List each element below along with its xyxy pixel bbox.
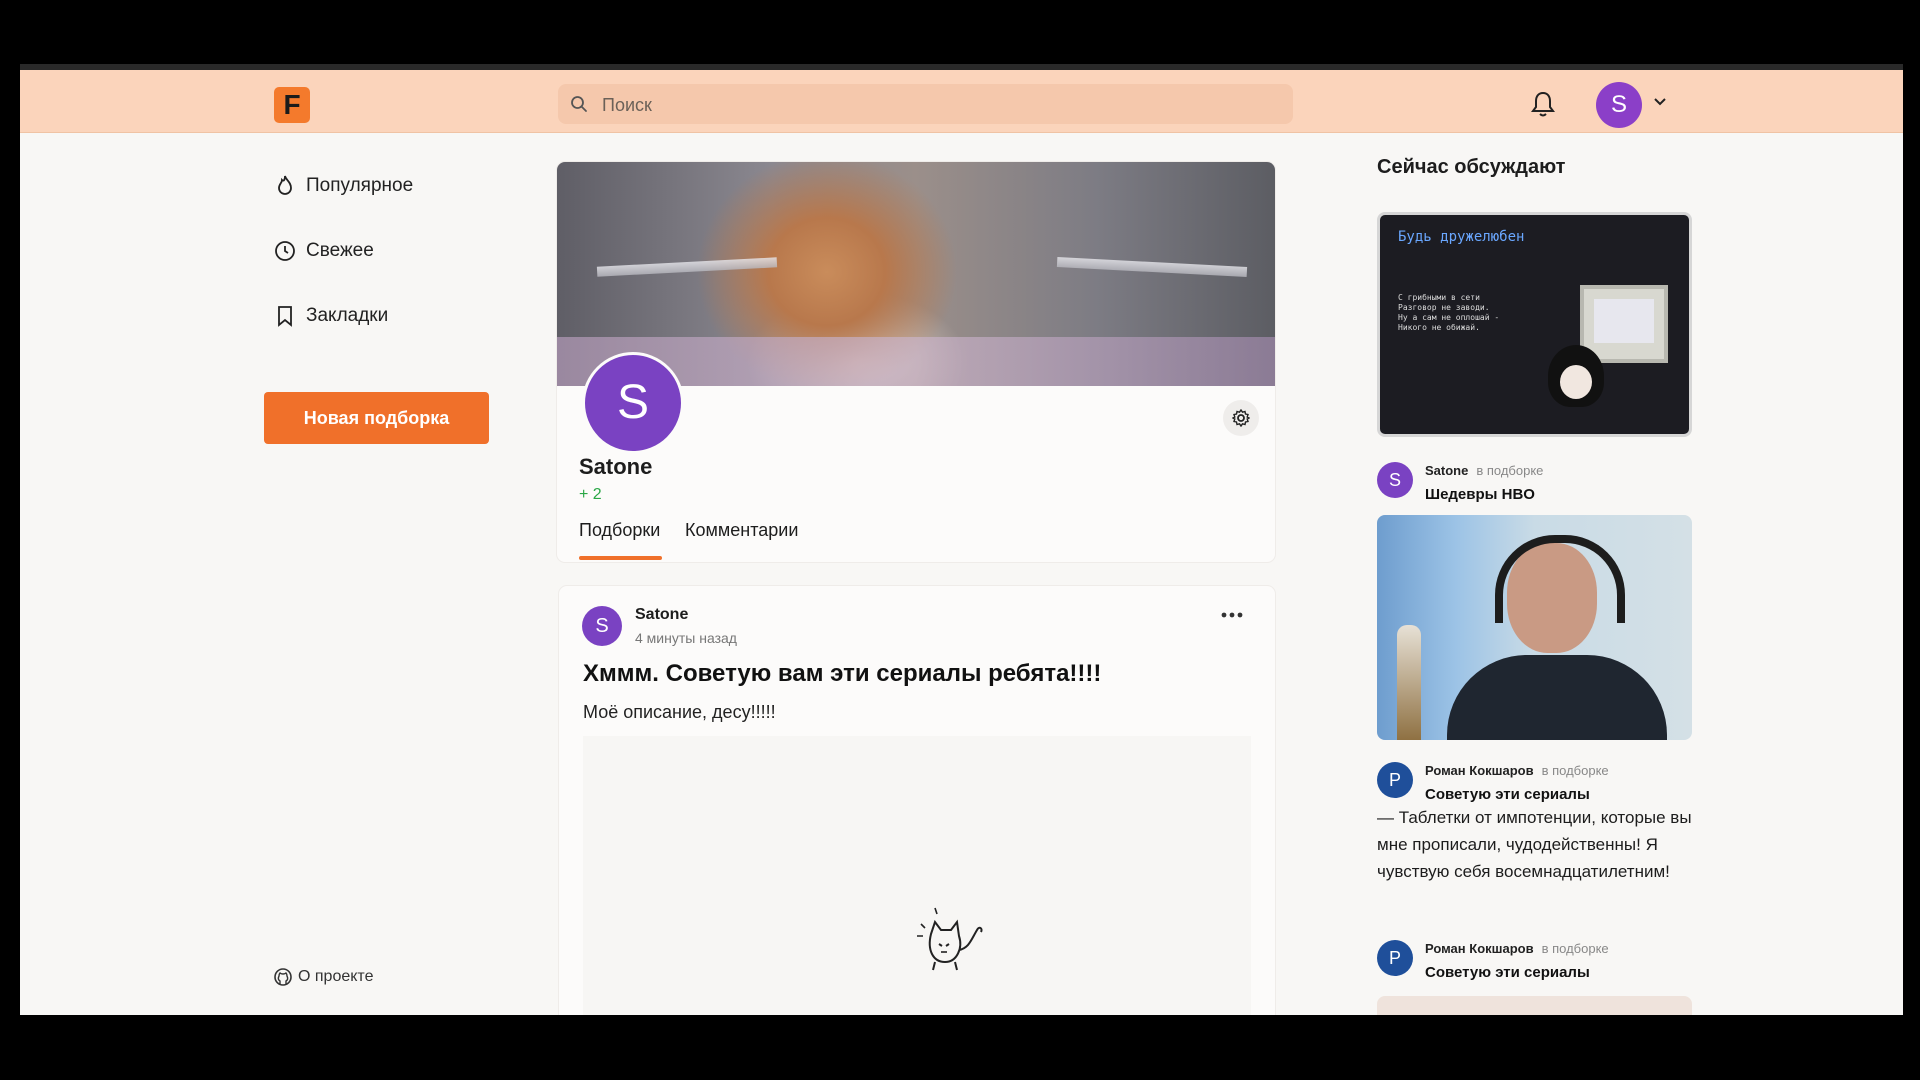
entry-in: в подборке — [1541, 763, 1609, 778]
active-tab-indicator — [579, 556, 662, 560]
discussion-thumbnail[interactable]: Будь дружелюбен С грибными в сети Разгов… — [1377, 212, 1692, 437]
settings-button[interactable] — [1223, 400, 1259, 436]
about-label: О проекте — [298, 968, 374, 985]
tab-comments[interactable]: Комментарии — [685, 520, 798, 541]
entry-author[interactable]: Satone — [1425, 463, 1468, 478]
nav-item-popular[interactable]: Популярное — [274, 171, 413, 201]
avatar[interactable]: S — [582, 606, 622, 646]
tab-collections[interactable]: Подборки — [579, 520, 660, 541]
profile-rating: + 2 — [579, 486, 602, 503]
entry-author[interactable]: Роман Кокшаров — [1425, 763, 1534, 778]
nav-item-bookmarks[interactable]: Закладки — [274, 301, 388, 331]
avatar: Р — [1377, 762, 1413, 798]
user-avatar[interactable]: S — [1596, 82, 1642, 128]
avatar: Р — [1377, 940, 1413, 976]
post-media — [583, 736, 1251, 1015]
entry-collection[interactable]: Советую эти сериалы — [1425, 964, 1609, 981]
more-options-icon[interactable] — [1221, 612, 1243, 618]
profile-card: S Satone + 2 Подборки Комментарии — [557, 162, 1275, 562]
thumbnail-line: Разговор не заводи. — [1398, 303, 1490, 312]
entry-author[interactable]: Роман Кокшаров — [1425, 941, 1534, 956]
discussion-thumbnail[interactable] — [1377, 996, 1692, 1015]
bell-icon[interactable] — [1530, 90, 1556, 118]
search-input[interactable] — [600, 84, 1284, 126]
entry-collection[interactable]: Шедевры HBO — [1425, 486, 1543, 503]
profile-avatar: S — [582, 352, 684, 454]
search-bar — [558, 84, 1293, 126]
search-icon — [571, 96, 587, 112]
post-time: 4 минуты назад — [635, 630, 737, 646]
profile-cover-image — [557, 162, 1275, 386]
avatar: S — [1377, 462, 1413, 498]
nav-label: Свежее — [306, 240, 374, 261]
discussion-entry[interactable]: Р Роман Кокшаров в подборке Советую эти с… — [1377, 762, 1609, 803]
header: F S — [20, 70, 1903, 133]
clock-icon — [275, 241, 295, 261]
entry-in: в подборке — [1541, 941, 1609, 956]
entry-in: в подборке — [1476, 463, 1544, 478]
profile-name: Satone — [579, 454, 653, 479]
discussion-entry[interactable]: Р Роман Кокшаров в подборке Советую эти с… — [1377, 940, 1609, 981]
app-window: F S Популярное Свежее — [20, 64, 1903, 1015]
logo[interactable]: F — [274, 87, 310, 123]
bookmark-icon — [278, 306, 292, 327]
discussion-thumbnail[interactable] — [1377, 515, 1692, 740]
nav-label: Закладки — [306, 305, 389, 326]
nav-label: Популярное — [306, 175, 414, 196]
about-link[interactable]: О проекте — [274, 968, 373, 986]
thumbnail-line: Никого не обижай. — [1398, 323, 1480, 332]
chevron-down-icon[interactable] — [1654, 98, 1666, 106]
post-card: S Satone 4 минуты назад Хммм. Советую ва… — [559, 586, 1275, 1015]
thumbnail-line: С грибными в сети — [1398, 293, 1480, 302]
sidebar-title: Сейчас обсуждают — [1377, 156, 1566, 178]
flame-icon — [278, 175, 292, 195]
new-collection-button[interactable]: Новая подборка — [264, 392, 489, 444]
thumbnail-heading: Будь дружелюбен — [1398, 229, 1525, 245]
cat-loading-icon — [917, 907, 983, 971]
post-title[interactable]: Хммм. Советую вам эти сериалы ребята!!!! — [583, 660, 1101, 688]
gear-icon — [1232, 409, 1250, 427]
post-description: Моё описание, десу!!!!! — [583, 702, 776, 722]
nav-item-fresh[interactable]: Свежее — [274, 236, 374, 266]
github-icon — [274, 968, 292, 986]
thumbnail-line: Ну а сам не оплошай - — [1398, 313, 1500, 322]
post-author[interactable]: Satone — [635, 606, 688, 624]
comment-text[interactable]: — Таблетки от импотенции, которые вы мне… — [1377, 804, 1707, 885]
discussion-entry[interactable]: S Satone в подборке Шедевры HBO — [1377, 462, 1543, 503]
entry-collection[interactable]: Советую эти сериалы — [1425, 786, 1609, 803]
